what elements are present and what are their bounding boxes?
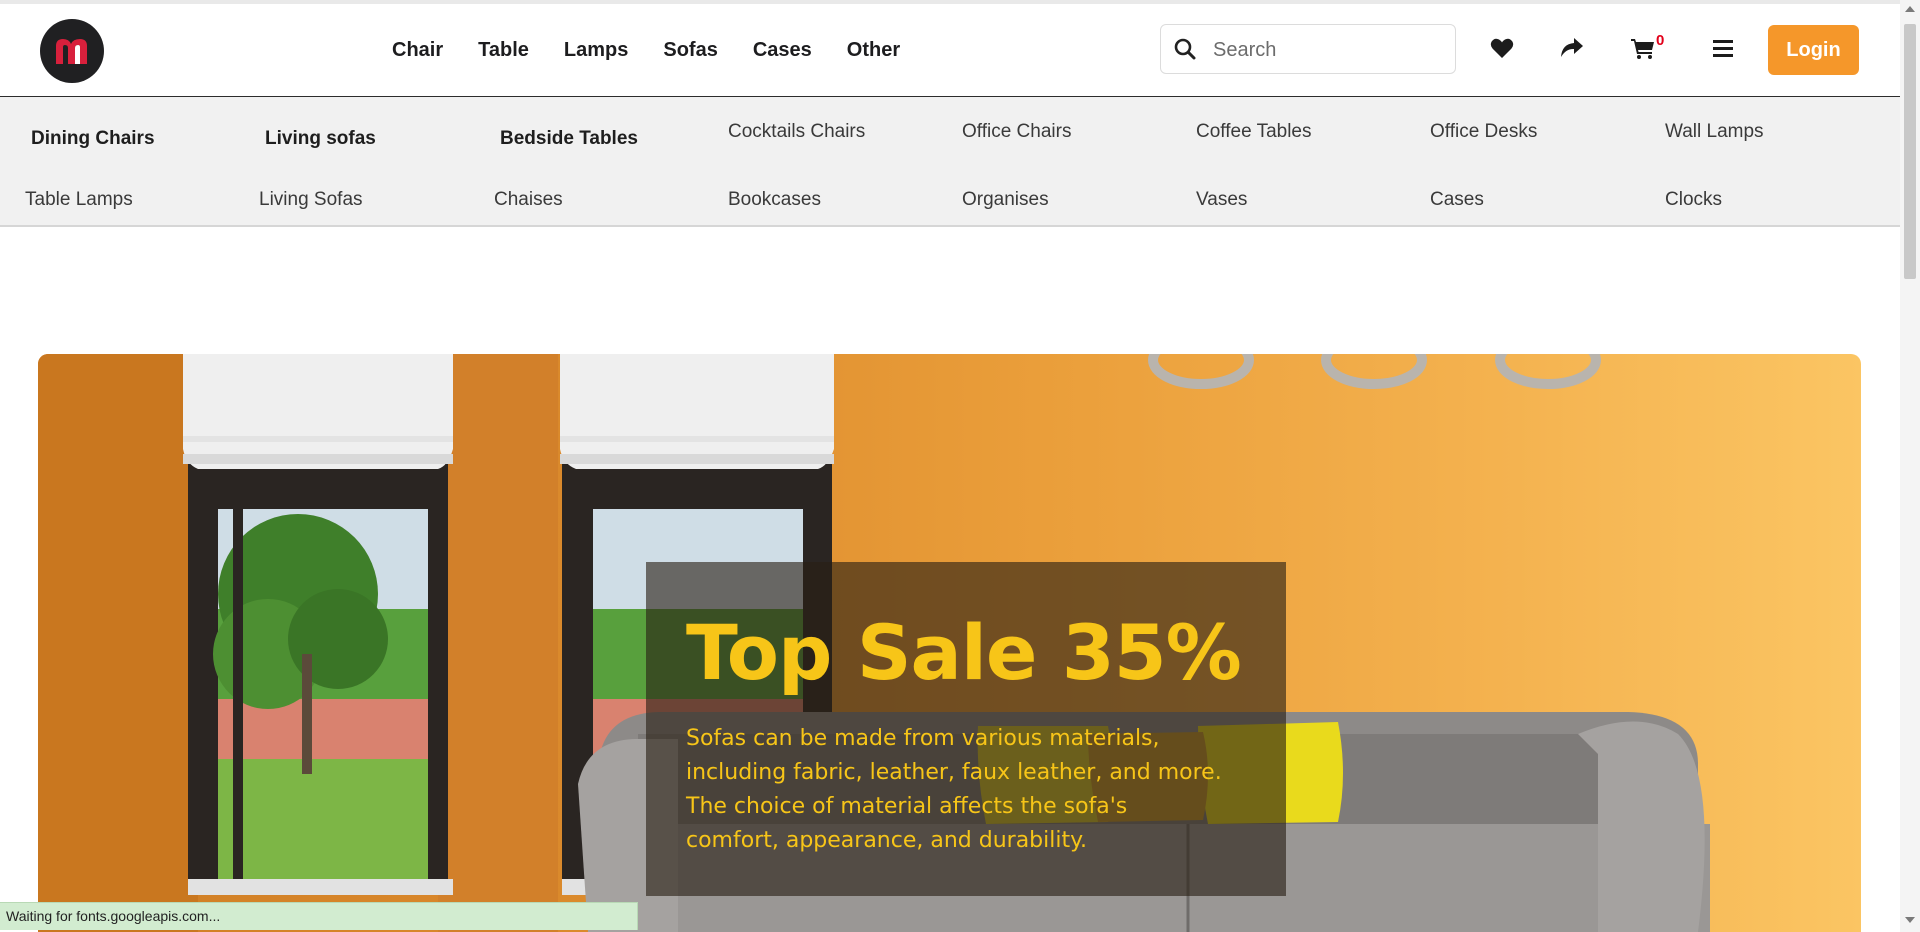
scroll-up-arrow-icon[interactable] (1905, 6, 1915, 12)
main-nav: Chair Table Lamps Sofas Cases Other (392, 4, 935, 96)
category-bedside-tables[interactable]: Bedside Tables (500, 128, 638, 150)
wishlist-button[interactable] (1484, 30, 1520, 66)
brand-logo[interactable] (40, 19, 104, 83)
category-vases[interactable]: Vases (1196, 189, 1247, 211)
category-table-lamps[interactable]: Table Lamps (25, 189, 133, 211)
nav-sofas[interactable]: Sofas (663, 39, 717, 62)
menu-icon (1713, 40, 1733, 57)
category-cocktails-chairs[interactable]: Cocktails Chairs (728, 121, 865, 143)
logo-mark-icon (56, 39, 87, 64)
category-office-chairs[interactable]: Office Chairs (962, 121, 1071, 143)
search-box (1160, 24, 1456, 74)
category-coffee-tables[interactable]: Coffee Tables (1196, 121, 1312, 143)
hero-title: Top Sale 35% (686, 608, 1242, 697)
category-chaises[interactable]: Chaises (494, 189, 563, 211)
category-organises[interactable]: Organises (962, 189, 1049, 211)
browser-status-bar: Waiting for fonts.googleapis.com... (0, 902, 638, 930)
cart-count-badge: 0 (1656, 32, 1665, 49)
category-menu: Dining Chairs Living sofas Bedside Table… (0, 97, 1900, 227)
cart-icon (1631, 39, 1654, 59)
share-button[interactable] (1554, 30, 1590, 66)
share-icon (1561, 38, 1583, 57)
login-button[interactable]: Login (1768, 25, 1859, 75)
category-living-sofas-2[interactable]: Living Sofas (259, 189, 363, 211)
search-input[interactable] (1211, 34, 1445, 66)
category-cases[interactable]: Cases (1430, 189, 1484, 211)
category-clocks[interactable]: Clocks (1665, 189, 1722, 211)
scrollbar-thumb[interactable] (1904, 24, 1916, 279)
menu-button[interactable] (1705, 30, 1741, 66)
search-icon[interactable] (1173, 37, 1197, 61)
nav-cases[interactable]: Cases (753, 39, 812, 62)
nav-other[interactable]: Other (847, 39, 900, 62)
nav-chair[interactable]: Chair (392, 39, 443, 62)
category-wall-lamps[interactable]: Wall Lamps (1665, 121, 1764, 143)
nav-lamps[interactable]: Lamps (564, 39, 628, 62)
heart-icon (1490, 38, 1514, 58)
scroll-down-arrow-icon[interactable] (1905, 917, 1915, 923)
category-living-sofas[interactable]: Living sofas (265, 128, 376, 150)
category-office-desks[interactable]: Office Desks (1430, 121, 1537, 143)
category-bookcases[interactable]: Bookcases (728, 189, 821, 211)
hero-description: Sofas can be made from various materials… (686, 726, 1222, 853)
page-scrollbar[interactable] (1900, 0, 1920, 932)
nav-table[interactable]: Table (478, 39, 529, 62)
site-header: Chair Table Lamps Sofas Cases Other 0 (0, 4, 1900, 97)
category-dining-chairs[interactable]: Dining Chairs (31, 128, 155, 150)
